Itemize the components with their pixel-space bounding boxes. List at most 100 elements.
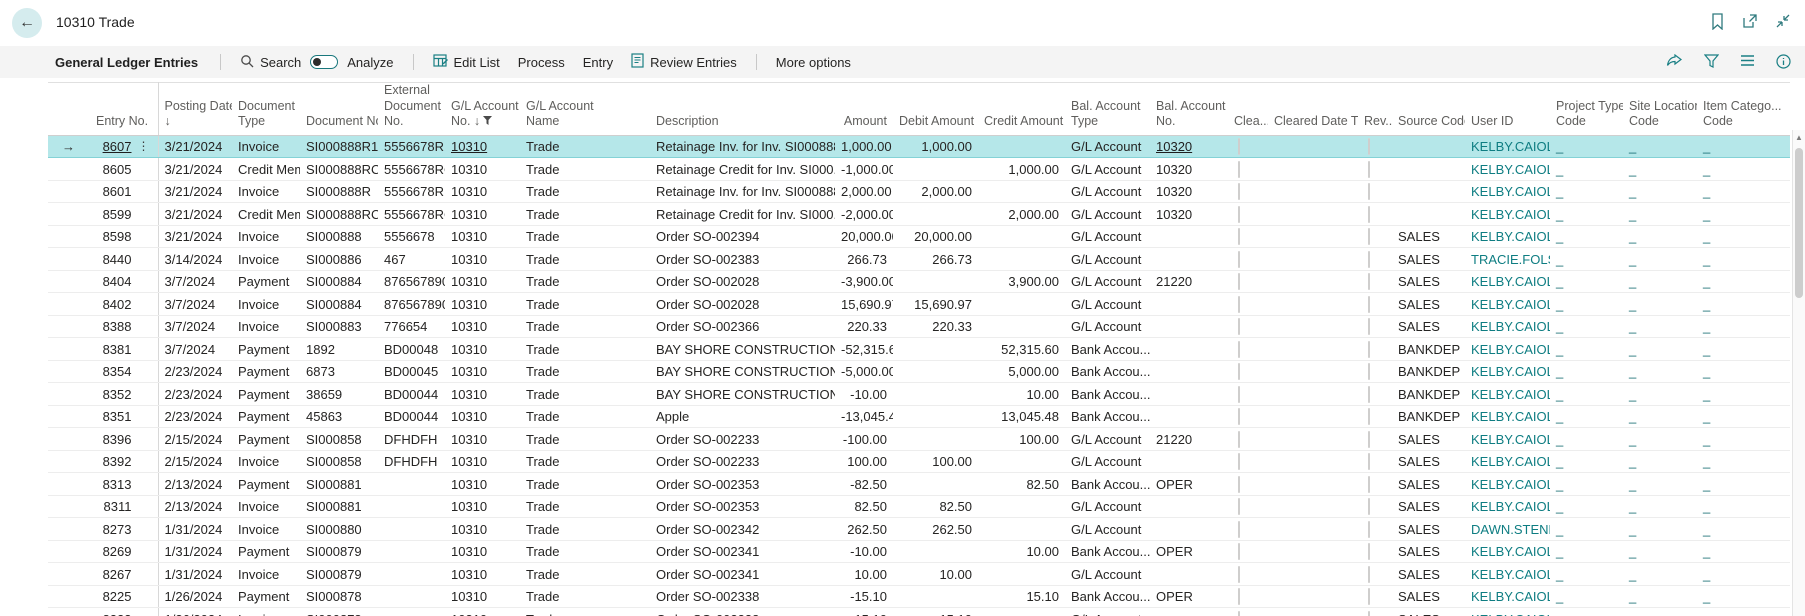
back-button[interactable]: ← [12,8,42,38]
reversed-checkbox[interactable] [1368,205,1370,223]
reversed-checkbox[interactable] [1368,295,1370,313]
cleared-checkbox[interactable] [1238,318,1240,336]
cell-user-id[interactable]: KELBY.CAIOLA [1465,202,1550,226]
cell-value[interactable]: _ [1556,612,1563,616]
cell-site-location-code[interactable]: _ [1623,585,1697,609]
cell-value[interactable]: _ [1556,387,1563,402]
table-row[interactable]: → 8607 ⋮ 3/21/2024 Invoice SI000888R1 5556678R… [48,134,1790,159]
cell-site-location-code[interactable]: _ [1623,134,1697,159]
cell-value[interactable]: KELBY.CAIOLA [1471,409,1550,424]
table-row[interactable]: 8273 1/31/2024 Invoice SI000880 10310 Trade Or… [48,517,1790,541]
cell-value[interactable]: _ [1629,319,1636,334]
column-header-document-no[interactable]: Document No. [300,82,378,136]
reversed-checkbox[interactable] [1368,430,1370,448]
entry-button[interactable]: Entry [583,55,613,70]
cleared-checkbox[interactable] [1238,273,1240,291]
column-header-amount[interactable]: Amount [835,82,893,136]
cell-site-location-code[interactable]: _ [1623,517,1697,541]
cleared-checkbox[interactable] [1238,520,1240,538]
cell-user-id[interactable]: KELBY.CAIOLA [1465,180,1550,204]
cell-site-location-code[interactable]: _ [1623,450,1697,474]
cell-project-type-code[interactable]: _ [1550,427,1623,451]
cell-value[interactable]: _ [1556,252,1563,267]
cell-value[interactable]: _ [1629,184,1636,199]
cell-value[interactable]: _ [1703,342,1710,357]
table-row[interactable]: 8404 3/7/2024 Payment SI000884 876567890 1031… [48,270,1790,294]
cell-value[interactable]: _ [1629,432,1636,447]
cell-value[interactable]: _ [1629,544,1636,559]
cell-value[interactable]: _ [1556,454,1563,469]
cleared-checkbox[interactable] [1238,408,1240,426]
cell-value[interactable]: _ [1703,364,1710,379]
table-row[interactable]: 8267 1/31/2024 Invoice SI000879 10310 Trade Or… [48,562,1790,586]
collapse-icon[interactable] [1775,13,1791,30]
review-entries-button[interactable]: Review Entries [631,53,737,71]
reversed-checkbox[interactable] [1368,363,1370,381]
cell-site-location-code[interactable]: _ [1623,270,1697,294]
cell-value[interactable]: _ [1629,139,1636,154]
cell-value[interactable]: _ [1703,297,1710,312]
search-button[interactable]: Search [240,54,301,71]
cell-item-category-code[interactable]: _ [1697,405,1790,429]
table-row[interactable]: 8354 2/23/2024 Payment 6873 BD00045 10310 Trad… [48,360,1790,384]
cleared-checkbox[interactable] [1238,385,1240,403]
cell-value[interactable]: _ [1703,612,1710,616]
cell-value[interactable]: _ [1556,184,1563,199]
cell-user-id[interactable]: KELBY.CAIOLA [1465,495,1550,519]
cell-user-id[interactable]: KELBY.CAIOLA [1465,134,1550,159]
cell-user-id[interactable]: KELBY.CAIOLA [1465,382,1550,406]
cell-value[interactable]: _ [1629,567,1636,582]
row-options-icon[interactable]: ⋮ [138,139,150,153]
reversed-checkbox[interactable] [1368,138,1370,156]
cell-value[interactable]: _ [1629,162,1636,177]
cell-project-type-code[interactable]: _ [1550,607,1623,616]
scroll-up-arrow[interactable]: ▲ [1793,130,1805,146]
column-header-cleared-date-time[interactable]: Cleared Date Time [1268,82,1358,136]
column-header-document-type[interactable]: Document Type [232,82,300,136]
cleared-checkbox[interactable] [1238,475,1240,493]
cell-site-location-code[interactable]: _ [1623,202,1697,226]
cell-value[interactable]: _ [1629,454,1636,469]
cell-value[interactable]: KELBY.CAIOLA [1471,387,1550,402]
cell-value[interactable]: _ [1629,207,1636,222]
cell-item-category-code[interactable]: _ [1697,540,1790,564]
info-icon[interactable] [1776,54,1791,69]
cell-value[interactable]: KELBY.CAIOLA [1471,589,1550,604]
column-header-site-location-code[interactable]: Site Location Code [1623,82,1697,136]
cell-user-id[interactable]: DAWN.STENBOL [1465,517,1550,541]
cell-site-location-code[interactable]: _ [1623,562,1697,586]
cell-value[interactable]: _ [1629,589,1636,604]
cell-value[interactable]: _ [1703,252,1710,267]
cell-value[interactable]: _ [1629,387,1636,402]
cell-value[interactable]: KELBY.CAIOLA [1471,342,1550,357]
cell-value[interactable]: _ [1556,319,1563,334]
cell-value[interactable]: DAWN.STENBOL [1471,522,1550,537]
cell-project-type-code[interactable]: _ [1550,315,1623,339]
cell-value[interactable]: _ [1629,274,1636,289]
column-header-credit-amount[interactable]: Credit Amount [978,82,1065,136]
reversed-checkbox[interactable] [1368,273,1370,291]
cell-value[interactable]: _ [1556,139,1563,154]
cell-item-category-code[interactable]: _ [1697,360,1790,384]
cell-user-id[interactable]: KELBY.CAIOLA [1465,292,1550,316]
cell-project-type-code[interactable]: _ [1550,382,1623,406]
cell-value[interactable]: _ [1629,229,1636,244]
cell-user-id[interactable]: KELBY.CAIOLA [1465,562,1550,586]
cell-project-type-code[interactable]: _ [1550,540,1623,564]
cell-value[interactable]: _ [1703,184,1710,199]
table-row[interactable]: 8381 3/7/2024 Payment 1892 BD00048 10310 Trade… [48,337,1790,361]
column-header-reversed[interactable]: Rev... [1358,82,1392,136]
cell-bal-account-no[interactable]: 10320 [1150,134,1228,159]
cell-item-category-code[interactable]: _ [1697,495,1790,519]
cell-value[interactable]: _ [1629,297,1636,312]
column-header-cleared[interactable]: Clea... [1228,82,1268,136]
cell-value[interactable]: KELBY.CAIOLA [1471,612,1550,616]
analyze-button[interactable]: Analyze [347,55,393,70]
cell-item-category-code[interactable]: _ [1697,157,1790,181]
cleared-checkbox[interactable] [1238,453,1240,471]
cleared-checkbox[interactable] [1238,160,1240,178]
cell-value[interactable]: _ [1703,477,1710,492]
column-header-user-id[interactable]: User ID [1465,82,1550,136]
cleared-checkbox[interactable] [1238,138,1240,156]
cell-value[interactable]: _ [1629,364,1636,379]
